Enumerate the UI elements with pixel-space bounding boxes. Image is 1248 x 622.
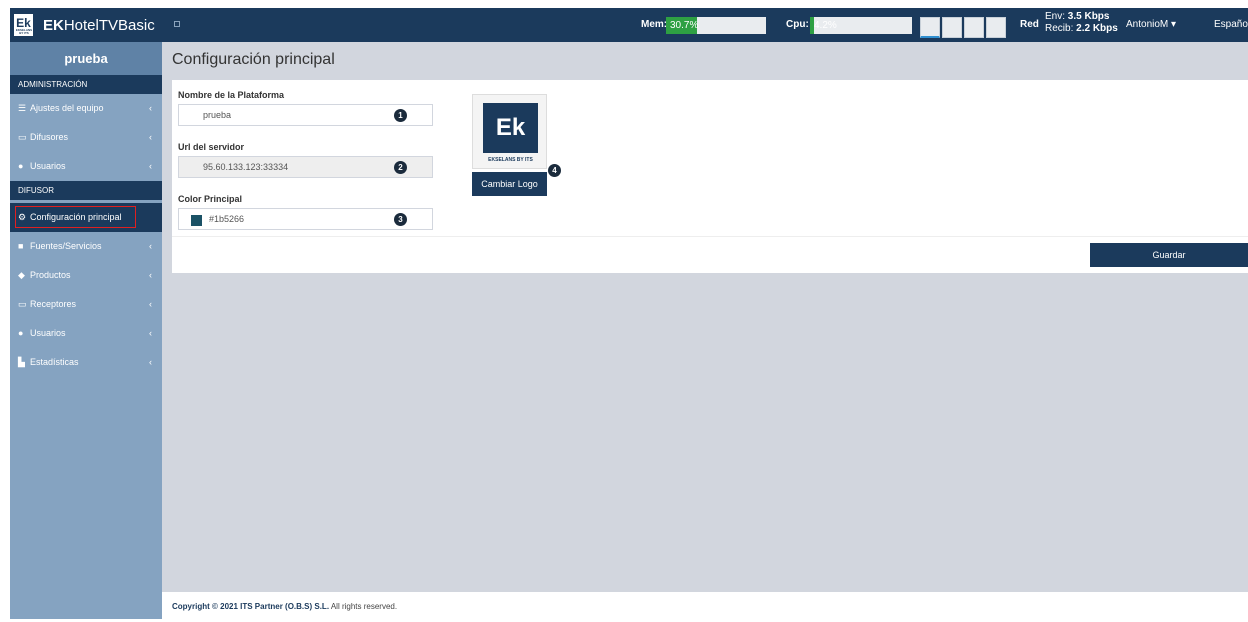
cpu-label: Cpu:: [786, 19, 809, 30]
mem-meter: 30.7%: [666, 17, 766, 34]
user-icon: ●: [18, 328, 24, 338]
content-area: Configuración principal Nombre de la Pla…: [162, 42, 1248, 619]
footer-prefix: Copyright © 2021: [172, 602, 241, 611]
brand-name-rest: HotelTVBasic: [63, 16, 155, 34]
chart-icon: ▙: [18, 357, 25, 367]
env-value: 3.5 Kbps: [1067, 11, 1110, 22]
platform-name-label: Nombre de la Plataforma: [178, 90, 285, 100]
sidebar-item-receptores[interactable]: ▭ Receptores ‹: [10, 290, 162, 319]
network-box-2: [942, 17, 962, 38]
sidebar-item-usuarios[interactable]: ● Usuarios ‹: [10, 319, 162, 348]
brand[interactable]: Ek EKSELANS BY ITS EKHotelTVBasic: [10, 8, 162, 42]
sidebar-toggle-icon[interactable]: [174, 21, 180, 27]
sidebar-section-admin: ADMINISTRACIÓN: [10, 75, 162, 94]
recib-value: 2.2 Kbps: [1076, 23, 1118, 34]
server-url-label: Url del servidor: [178, 142, 245, 152]
sidebar: prueba ADMINISTRACIÓN ☰ Ajustes del equip…: [10, 42, 162, 619]
sidebar-item-estadisticas[interactable]: ▙ Estadísticas ‹: [10, 348, 162, 377]
app-window: Ek EKSELANS BY ITS EKHotelTVBasic Mem: 3…: [0, 0, 1248, 619]
chevron-left-icon: ‹: [149, 161, 152, 171]
sidebar-item-label: Usuarios: [30, 161, 66, 171]
video-icon: ■: [18, 241, 24, 251]
primary-color-value: #1b5266: [209, 214, 245, 224]
badge-1: 1: [394, 109, 407, 122]
chevron-left-icon: ‹: [149, 241, 152, 251]
chevron-left-icon: ‹: [149, 328, 152, 338]
brand-name-bold: EK: [43, 16, 64, 34]
primary-color-label: Color Principal: [178, 194, 243, 204]
page-title: Configuración principal: [172, 51, 335, 68]
cpu-value: 4.2%: [814, 20, 837, 31]
badge-4: 4: [548, 164, 561, 177]
sidebar-item-label: Estadísticas: [30, 357, 79, 367]
sidebar-item-usuarios-admin[interactable]: ● Usuarios ‹: [10, 152, 162, 181]
bars-icon: ☰: [18, 103, 27, 113]
network-box-1: [920, 17, 940, 38]
caret-down-icon: ▾: [1171, 19, 1177, 30]
badge-2: 2: [394, 161, 407, 174]
chevron-left-icon: ‹: [149, 132, 152, 142]
user-menu[interactable]: AntonioM ▾: [1126, 19, 1176, 30]
sidebar-item-fuentes[interactable]: ■ Fuentes/Servicios ‹: [10, 232, 162, 261]
chevron-left-icon: ‹: [149, 299, 152, 309]
footer-suffix: All rights reserved.: [329, 602, 398, 611]
highlight-box: [15, 206, 136, 228]
language-selector[interactable]: Español: [1214, 19, 1248, 30]
mem-value: 30.7%: [670, 20, 699, 31]
network-box-4: [986, 17, 1006, 38]
config-panel: Nombre de la Plataforma prueba 1 Url del…: [172, 80, 1248, 273]
tv-icon: ▭: [18, 299, 27, 309]
top-navbar: Ek EKSELANS BY ITS EKHotelTVBasic Mem: 3…: [10, 8, 1248, 42]
badge-3: 3: [394, 213, 407, 226]
network-box-3: [964, 17, 984, 38]
color-swatch[interactable]: [191, 215, 202, 226]
footer-company[interactable]: ITS Partner (O.B.S) S.L.: [240, 602, 329, 611]
sidebar-item-ajustes[interactable]: ☰ Ajustes del equipo ‹: [10, 94, 162, 123]
change-logo-button[interactable]: Cambiar Logo: [472, 172, 547, 196]
users-icon: ●: [18, 161, 24, 171]
sidebar-item-configuracion[interactable]: ⚙ Configuración principal: [10, 203, 162, 232]
chevron-left-icon: ‹: [149, 270, 152, 280]
divider: [172, 236, 1248, 237]
logo-preview: Ek EKSELANS BY ITS: [472, 94, 547, 169]
monitor-icon: ▭: [18, 132, 27, 142]
chevron-left-icon: ‹: [149, 357, 152, 367]
chevron-left-icon: ‹: [149, 103, 152, 113]
network-label: Red: [1020, 19, 1039, 30]
cpu-meter: 4.2%: [810, 17, 912, 34]
save-button[interactable]: Guardar: [1090, 243, 1248, 267]
sidebar-user: prueba: [10, 42, 162, 75]
env-label: Env:: [1045, 11, 1066, 22]
network-traffic: Env: 3.5 Kbps Recib: 2.2 Kbps: [1045, 11, 1118, 35]
sidebar-item-productos[interactable]: ◆ Productos ‹: [10, 261, 162, 290]
sidebar-item-label: Productos: [30, 270, 71, 280]
mem-label: Mem:: [641, 19, 668, 30]
sidebar-item-label: Usuarios: [30, 328, 66, 338]
cubes-icon: ◆: [18, 270, 25, 280]
sidebar-section-difusor: DIFUSOR: [10, 181, 162, 200]
recib-label: Recib:: [1045, 23, 1074, 34]
logo-caption: EKSELANS BY ITS: [488, 157, 533, 163]
sidebar-item-label: Ajustes del equipo: [30, 103, 104, 113]
sidebar-item-difusores[interactable]: ▭ Difusores ‹: [10, 123, 162, 152]
sidebar-item-label: Receptores: [30, 299, 77, 309]
sidebar-item-label: Difusores: [30, 132, 69, 142]
sidebar-item-label: Fuentes/Servicios: [30, 241, 102, 251]
footer: Copyright © 2021 ITS Partner (O.B.S) S.L…: [162, 592, 1248, 619]
user-name: AntonioM: [1126, 19, 1169, 30]
brand-logo: Ek EKSELANS BY ITS: [13, 13, 34, 37]
brand-logo-sub: EKSELANS BY ITS: [15, 28, 33, 35]
logo-image: Ek: [483, 103, 538, 153]
brand-name: EKHotelTVBasic: [43, 17, 155, 34]
